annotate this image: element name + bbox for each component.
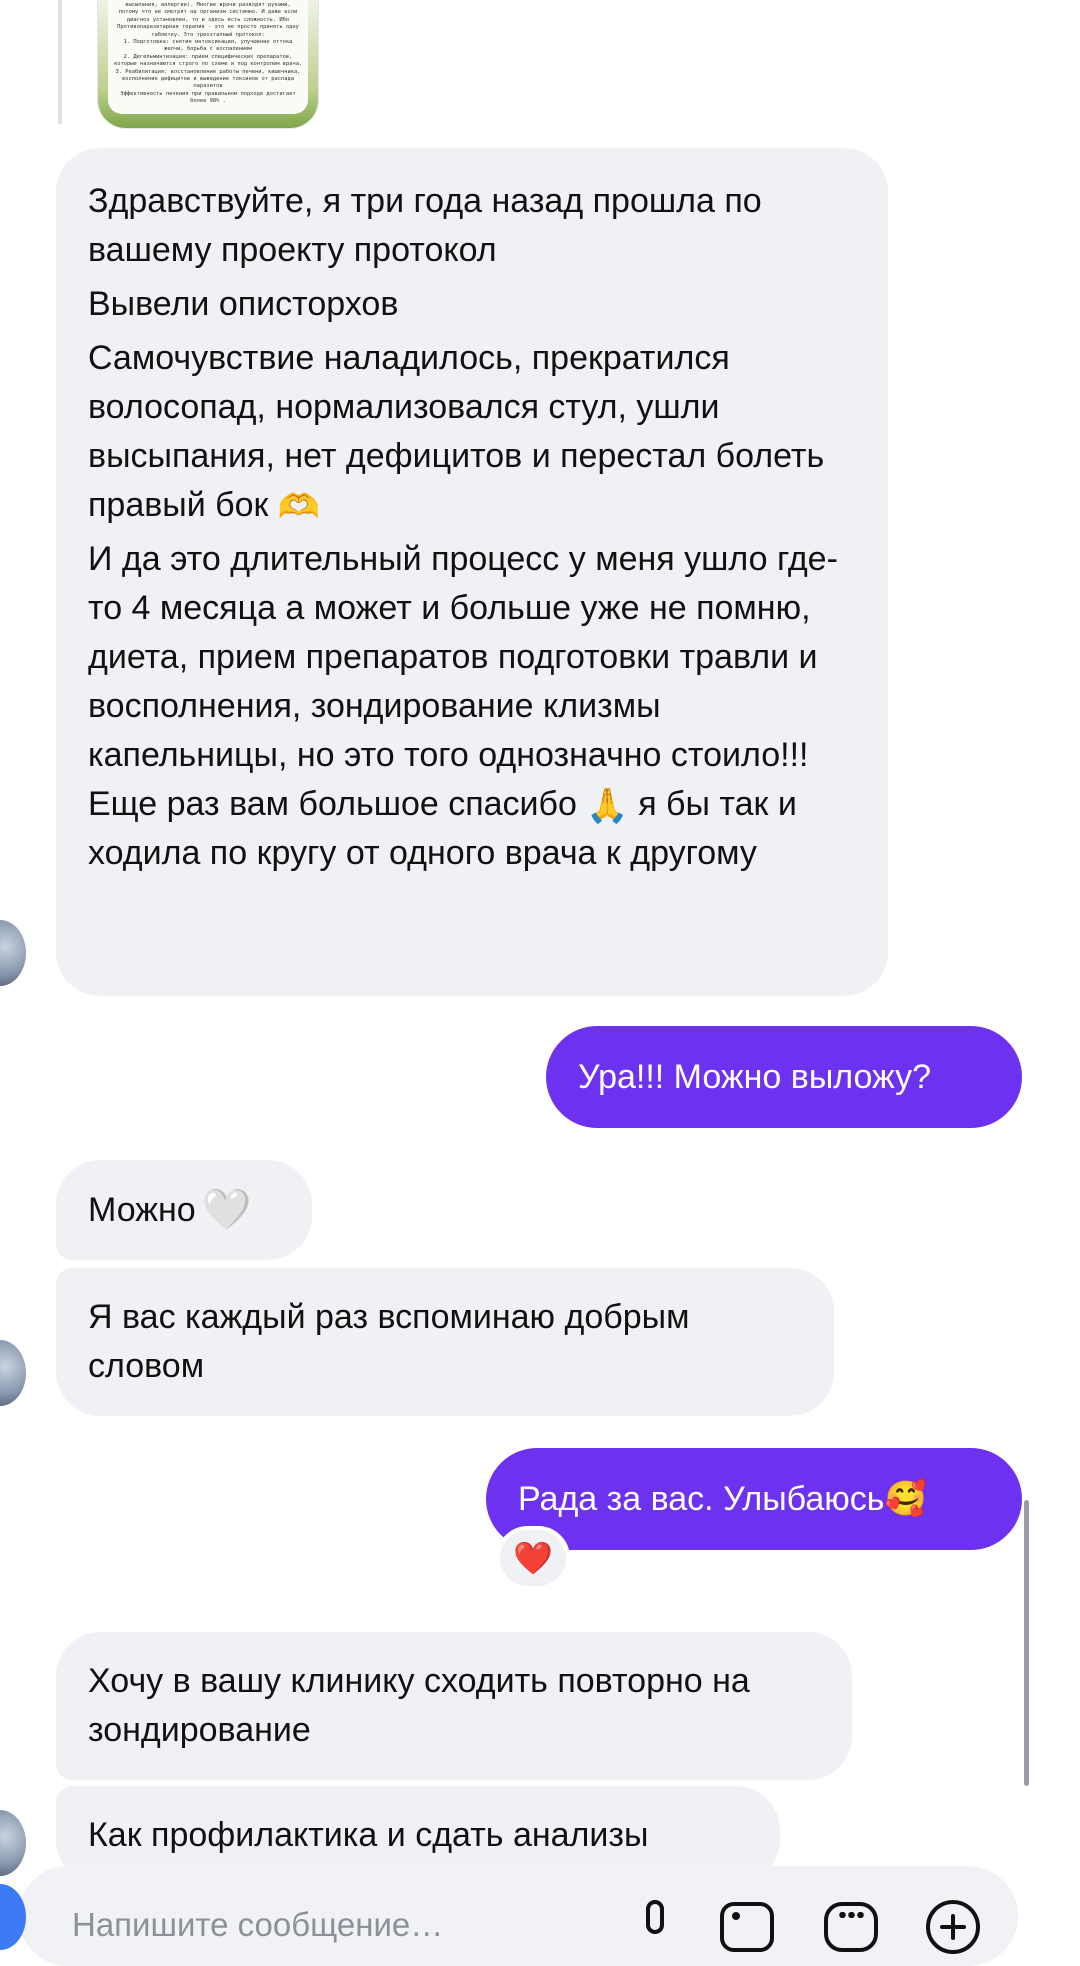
heart-reaction-icon[interactable]: ❤️ (496, 1526, 570, 1590)
message-text: Как профилактика и сдать анализы (88, 1815, 649, 1854)
plus-icon[interactable] (924, 1898, 982, 1956)
composer-field[interactable]: Напишите сообщение… (18, 1866, 1018, 1966)
message-text: Можно (88, 1190, 196, 1229)
pray-icon: 🙏 (586, 786, 629, 826)
incoming-message[interactable]: Можно 🤍 (56, 1160, 312, 1260)
message-input[interactable]: Напишите сообщение… (72, 1906, 443, 1944)
incoming-message[interactable]: Хочу в вашу клинику сходить повторно на … (56, 1632, 852, 1780)
gallery-icon[interactable] (718, 1898, 776, 1956)
mic-icon[interactable] (626, 1898, 684, 1956)
message-text: Хочу в вашу клинику сходить повторно на … (88, 1662, 750, 1749)
message-paragraph: Самочувствие наладилось, прекратился вол… (88, 339, 825, 527)
scrollbar[interactable] (1024, 1500, 1029, 1786)
incoming-message-long[interactable]: Здравствуйте, я три года назад прошла по… (56, 148, 888, 996)
shared-post-text: высыпания, аллергии). Многие врачи разво… (108, 0, 308, 114)
message-paragraph: Вывели описторхов (88, 285, 399, 323)
avatar[interactable] (0, 920, 26, 986)
message-text: Я вас каждый раз вспоминаю добрым словом (88, 1298, 690, 1385)
message-text: Ура!!! Можно выложу? (578, 1057, 932, 1096)
shared-post-image[interactable]: высыпания, аллергии). Многие врачи разво… (98, 0, 318, 128)
reply-thread-line (58, 0, 62, 124)
message-text: Рада за вас. Улыбаюсь (518, 1479, 885, 1518)
heart-hands-icon: 🫶 (277, 487, 321, 527)
white-heart-icon: 🤍 (201, 1187, 252, 1233)
message-paragraph: И да это длительный процесс у меня ушло … (88, 540, 838, 872)
smiling-face-with-hearts-icon: 🥰 (884, 1479, 927, 1519)
avatar[interactable] (0, 1340, 26, 1406)
incoming-message[interactable]: Я вас каждый раз вспоминаю добрым словом (56, 1268, 834, 1416)
outgoing-message[interactable]: Ура!!! Можно выложу? (546, 1026, 1022, 1128)
message-paragraph: Здравствуйте, я три года назад прошла по… (88, 182, 762, 269)
message-composer: Напишите сообщение… (0, 1866, 1080, 1966)
outgoing-message[interactable]: Рада за вас. Улыбаюсь 🥰 (486, 1448, 1022, 1550)
sticker-icon[interactable] (822, 1898, 880, 1956)
